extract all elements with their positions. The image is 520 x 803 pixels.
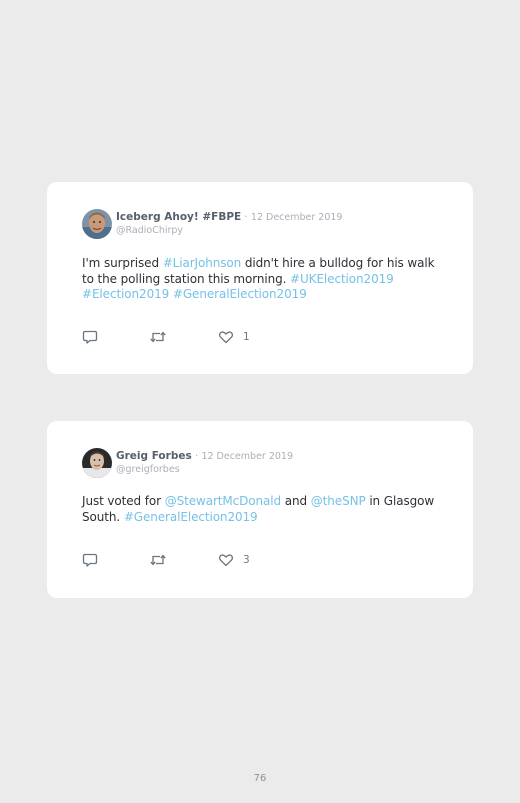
retweet-icon bbox=[150, 554, 166, 566]
tweet-date[interactable]: 12 December 2019 bbox=[201, 451, 293, 462]
mention-link[interactable]: @theSNP bbox=[311, 494, 366, 508]
tweet-text: I'm surprised #LiarJohnson didn't hire a… bbox=[82, 256, 443, 303]
retweet-button[interactable] bbox=[149, 328, 167, 346]
hashtag-link[interactable]: #LiarJohnson bbox=[163, 256, 242, 270]
like-button[interactable]: 1 bbox=[218, 328, 250, 346]
separator: · bbox=[195, 451, 199, 462]
reply-button[interactable] bbox=[82, 551, 98, 569]
name-line: Iceberg Ahoy! #FBPE · 12 December 2019 bbox=[116, 211, 342, 224]
text-segment: I'm surprised bbox=[82, 256, 163, 270]
display-name[interactable]: Greig Forbes bbox=[116, 450, 192, 462]
user-handle[interactable]: @RadioChirpy bbox=[116, 225, 183, 237]
hashtag-link[interactable]: #GeneralElection2019 bbox=[173, 287, 307, 301]
page-number: 76 bbox=[253, 773, 267, 784]
hashtag-link[interactable]: #GeneralElection2019 bbox=[124, 510, 258, 524]
avatar[interactable] bbox=[82, 209, 112, 239]
retweet-icon bbox=[150, 331, 166, 343]
like-count: 1 bbox=[243, 331, 250, 343]
tweet-card: Iceberg Ahoy! #FBPE · 12 December 2019 @… bbox=[47, 182, 473, 374]
user-handle[interactable]: @greigforbes bbox=[116, 464, 180, 476]
text-segment: Just voted for bbox=[82, 494, 165, 508]
mention-link[interactable]: @StewartMcDonald bbox=[165, 494, 281, 508]
heart-icon bbox=[218, 331, 234, 344]
retweet-button[interactable] bbox=[149, 551, 167, 569]
hashtag-link[interactable]: #Election2019 bbox=[82, 287, 169, 301]
reply-icon bbox=[82, 330, 98, 344]
separator: · bbox=[244, 212, 248, 223]
like-count: 3 bbox=[243, 554, 250, 566]
name-line: Greig Forbes · 12 December 2019 bbox=[116, 450, 293, 463]
tweet-date[interactable]: 12 December 2019 bbox=[251, 212, 343, 223]
tweet-header: Iceberg Ahoy! #FBPE · 12 December 2019 @… bbox=[82, 209, 453, 239]
hashtag-link[interactable]: #UKElection2019 bbox=[290, 272, 394, 286]
reply-icon bbox=[82, 553, 98, 567]
heart-icon bbox=[218, 554, 234, 567]
tweet-actions: 3 bbox=[82, 551, 322, 569]
display-name[interactable]: Iceberg Ahoy! #FBPE bbox=[116, 211, 241, 223]
reply-button[interactable] bbox=[82, 328, 98, 346]
tweet-card: Greig Forbes · 12 December 2019 @greigfo… bbox=[47, 421, 473, 598]
tweet-actions: 1 bbox=[82, 328, 322, 346]
text-segment: and bbox=[281, 494, 311, 508]
tweet-text: Just voted for @StewartMcDonald and @the… bbox=[82, 494, 443, 525]
avatar[interactable] bbox=[82, 448, 112, 478]
tweet-header: Greig Forbes · 12 December 2019 @greigfo… bbox=[82, 448, 453, 478]
like-button[interactable]: 3 bbox=[218, 551, 250, 569]
